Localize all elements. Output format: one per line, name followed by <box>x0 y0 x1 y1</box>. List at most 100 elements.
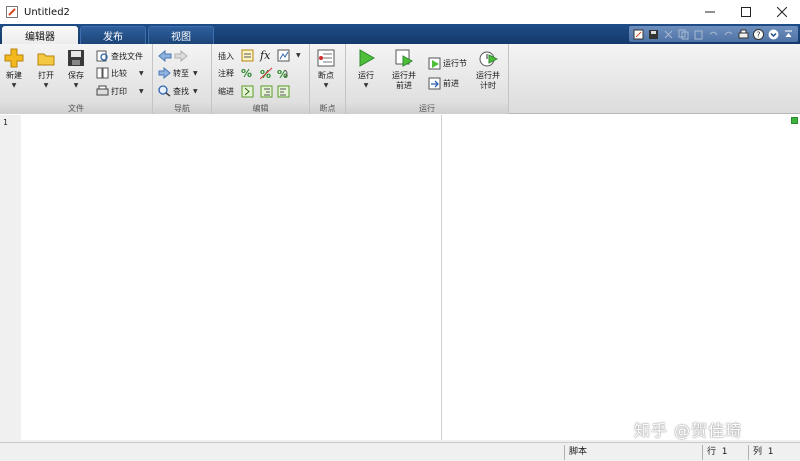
editor-right-region[interactable] <box>442 115 790 440</box>
find-label: 查找 <box>173 86 189 96</box>
group-breakpoints-label: 断点 <box>310 103 345 114</box>
cut-icon <box>664 30 673 38</box>
line-number-gutter: 1 <box>0 115 20 442</box>
ribbon-tab-strip: 编辑器 发布 视图 ? <box>0 24 800 44</box>
qa-paste-button[interactable] <box>691 27 706 41</box>
decrease-indent-button[interactable] <box>277 84 292 98</box>
qa-minimize-ribbon-button[interactable] <box>781 27 796 41</box>
row-value: 1 <box>721 447 728 457</box>
increase-indent-icon <box>260 85 273 97</box>
wrap-comments-icon: % <box>277 68 288 80</box>
insert-section-button[interactable] <box>241 48 256 62</box>
app-icon <box>6 6 18 18</box>
comment-percent-button[interactable]: % <box>241 66 252 80</box>
back-forward-buttons[interactable] <box>158 49 190 63</box>
tab-view[interactable]: 视图 <box>148 26 214 44</box>
chevron-down-icon: ▼ <box>139 87 144 95</box>
new-button[interactable]: 新建 ▼ <box>4 48 24 89</box>
indent-label: 缩进 <box>218 86 234 96</box>
new-doc-icon <box>633 29 644 39</box>
advance-label: 前进 <box>443 78 459 88</box>
run-section-button[interactable]: 运行节 <box>428 56 467 70</box>
uncomment-button[interactable]: % <box>260 66 275 80</box>
new-label: 新建 <box>6 71 22 80</box>
chevron-down-icon: ▼ <box>323 82 329 89</box>
status-row: 行 1 <box>702 445 748 460</box>
insert-button[interactable]: 插入 <box>218 49 234 63</box>
row-label: 行 <box>707 447 717 457</box>
print-icon <box>738 29 749 38</box>
code-analyzer-bar[interactable] <box>790 115 800 440</box>
tab-editor[interactable]: 编辑器 <box>2 26 78 44</box>
qa-copy-button[interactable] <box>676 27 691 41</box>
increase-indent-button[interactable] <box>260 84 275 98</box>
run-advance-icon <box>395 49 414 67</box>
minimize-button[interactable] <box>692 0 728 24</box>
insert-plot-button[interactable] <box>277 48 292 62</box>
decrease-indent-icon <box>277 85 290 97</box>
status-bar: 脚本 行 1 列 1 <box>0 442 800 461</box>
chevron-down-icon: ▼ <box>193 87 198 95</box>
close-icon <box>777 7 787 17</box>
advance-button[interactable]: 前进 <box>428 76 459 90</box>
group-file-label: 文件 <box>0 103 152 114</box>
code-editor[interactable] <box>21 115 441 440</box>
print-button[interactable]: 打印 ▼ <box>96 84 144 98</box>
qa-save-button[interactable] <box>646 27 661 41</box>
qa-undo-button[interactable] <box>706 27 721 41</box>
col-label: 列 <box>753 447 763 457</box>
group-edit-label: 编辑 <box>212 103 309 114</box>
chevron-down-icon: ▼ <box>43 82 49 89</box>
help-icon: ? <box>753 28 764 40</box>
run-and-advance-button[interactable]: 运行并 前进 <box>392 48 416 91</box>
tab-publish-label: 发布 <box>103 32 123 43</box>
chevron-down-icon: ▼ <box>193 69 198 77</box>
smart-indent-button[interactable] <box>241 84 256 98</box>
maximize-button[interactable] <box>728 0 764 24</box>
compare-button[interactable]: 比较 ▼ <box>96 66 144 80</box>
status-col: 列 1 <box>748 445 800 460</box>
comment-button[interactable]: 注释 <box>218 66 234 80</box>
run-section-icon <box>428 57 441 69</box>
qa-new-button[interactable] <box>631 27 646 41</box>
close-button[interactable] <box>764 0 800 24</box>
insert-dropdown[interactable]: ▼ <box>296 48 301 62</box>
folder-icon <box>37 53 55 66</box>
run-button[interactable]: 运行 ▼ <box>356 48 376 89</box>
tab-publish[interactable]: 发布 <box>80 26 146 44</box>
indent-button[interactable]: 缩进 <box>218 84 234 98</box>
arrow-right-icon <box>174 50 188 62</box>
advance-icon <box>428 77 441 89</box>
breakpoint-icon <box>317 49 335 67</box>
fx-icon: fx <box>260 48 271 62</box>
run-section-label: 运行节 <box>443 58 467 68</box>
breakpoints-button[interactable]: 断点 ▼ <box>316 48 336 89</box>
redo-icon <box>724 31 733 35</box>
qa-redo-button[interactable] <box>721 27 736 41</box>
print-icon <box>96 85 109 96</box>
goto-arrow-icon <box>158 67 171 79</box>
find-files-button[interactable]: 查找文件 <box>96 49 143 63</box>
qa-cut-button[interactable] <box>661 27 676 41</box>
code-analyzer-ok-icon[interactable] <box>791 117 798 124</box>
svg-text:%: % <box>277 68 288 80</box>
undo-icon <box>709 31 718 35</box>
run-and-time-button[interactable]: 运行并 计时 <box>476 48 500 91</box>
group-file: 新建 ▼ 打开 ▼ 保存 ▼ 查找文件 比较 ▼ 打印 ▼ 文件 <box>0 44 153 114</box>
find-files-icon <box>96 50 108 62</box>
chevron-down-icon: ▼ <box>296 51 301 59</box>
find-button[interactable]: 查找 ▼ <box>158 84 198 98</box>
search-icon <box>158 85 171 97</box>
chevron-down-icon: ▼ <box>11 82 17 89</box>
tab-view-label: 视图 <box>171 32 191 43</box>
group-edit: 插入 注释 缩进 fx ▼ % % % 编辑 <box>212 44 310 114</box>
group-navigate: 转至 ▼ 查找 ▼ 导航 <box>153 44 212 114</box>
goto-button[interactable]: 转至 ▼ <box>158 66 198 80</box>
qa-help-button[interactable]: ? <box>751 27 766 41</box>
qa-search-docs-button[interactable] <box>766 27 781 41</box>
wrap-comments-button[interactable]: % <box>277 66 292 80</box>
open-button[interactable]: 打开 ▼ <box>36 48 56 89</box>
insert-function-button[interactable]: fx <box>260 48 270 62</box>
save-button[interactable]: 保存 ▼ <box>66 48 86 89</box>
qa-print-button[interactable] <box>736 27 751 41</box>
